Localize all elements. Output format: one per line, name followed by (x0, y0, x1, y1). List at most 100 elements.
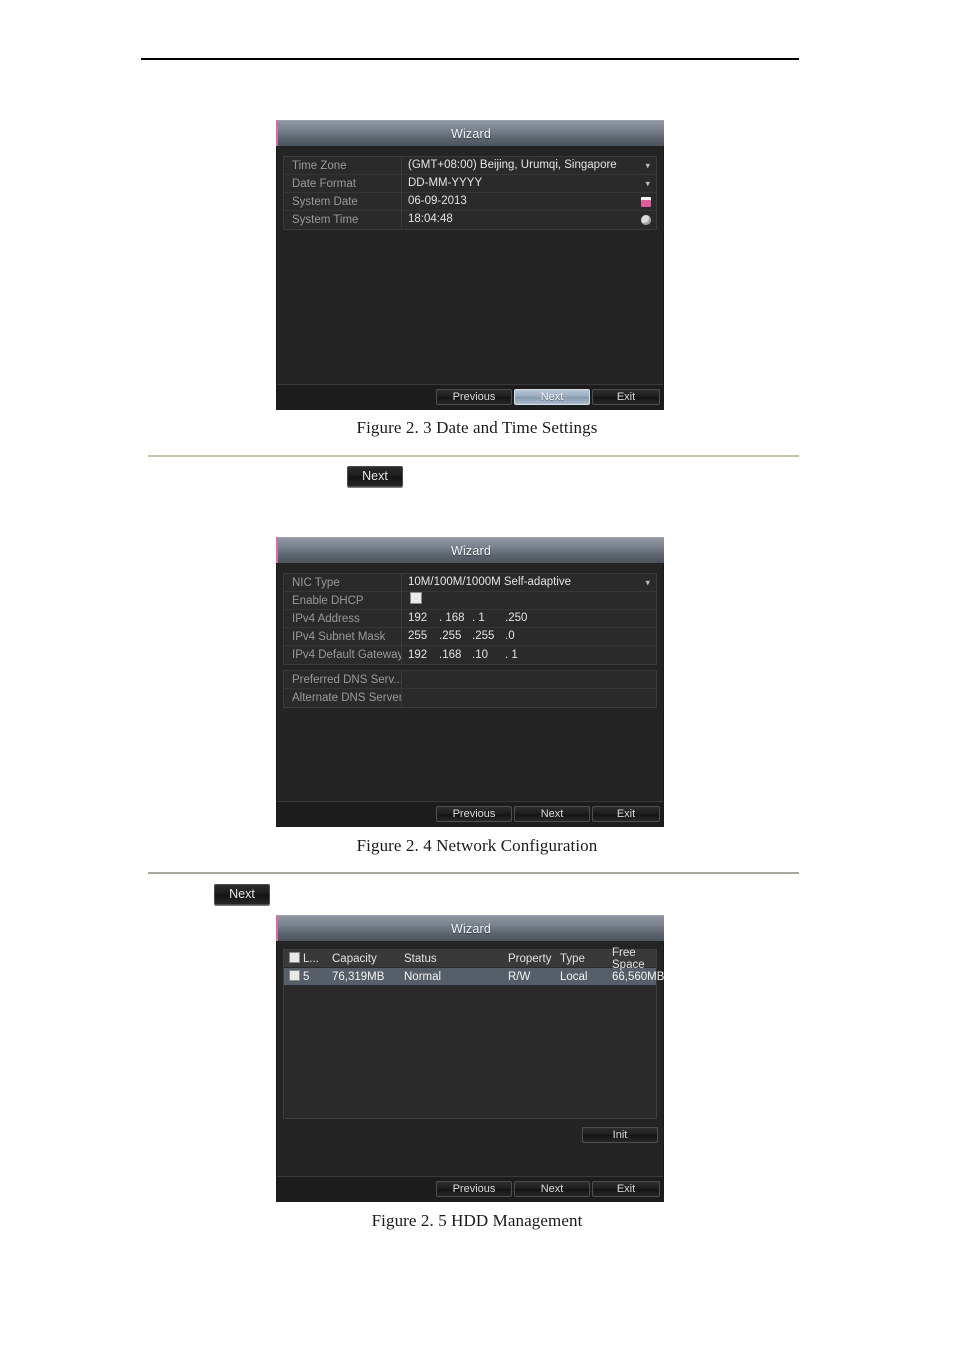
inline-next-button-2[interactable]: Next (214, 884, 270, 905)
exit-button[interactable]: Exit (592, 1181, 660, 1197)
row-select-cell[interactable]: 5 (284, 970, 332, 983)
row-label: 5 (303, 971, 310, 983)
wizard-hdd-title: Wizard (450, 922, 492, 936)
inline-next-button-1[interactable]: Next (347, 466, 403, 487)
clock-icon[interactable] (641, 215, 651, 225)
system-date-value[interactable]: 06-09-2013 (401, 193, 656, 210)
field-row-nic-type[interactable]: NIC Type 10M/100M/1000M Self-adaptive ▾ (284, 574, 656, 592)
next-button[interactable]: Next (514, 1181, 590, 1197)
wizard-datetime-titlebar: Wizard (276, 120, 664, 146)
nic-type-text: 10M/100M/1000M Self-adaptive (408, 576, 572, 588)
field-row-ipv4-default-gateway[interactable]: IPv4 Default Gateway 192 .168 .10 . 1 (284, 646, 656, 664)
date-format-value[interactable]: DD-MM-YYYY ▾ (401, 175, 656, 192)
wizard-datetime-title: Wizard (450, 127, 492, 141)
previous-button[interactable]: Previous (436, 389, 512, 405)
ipv4-address-octet-2[interactable]: . 168 (439, 610, 472, 627)
system-time-value[interactable]: 18:04:48 (401, 211, 656, 229)
column-header-type: Type (560, 952, 585, 965)
ipv4-default-gateway-octets[interactable]: 192 .168 .10 . 1 (408, 646, 656, 664)
wizard-network-title: Wizard (450, 544, 492, 558)
chevron-down-icon[interactable]: ▾ (645, 179, 650, 188)
row-checkbox[interactable] (289, 970, 300, 981)
field-row-preferred-dns[interactable]: Preferred DNS Serv... (284, 671, 656, 689)
ipv4-address-octet-4[interactable]: .250 (505, 610, 538, 627)
datetime-button-bar: Previous Next Exit (277, 384, 663, 409)
preferred-dns-value[interactable] (401, 671, 656, 688)
ipv4-default-gateway-octet-1[interactable]: 192 (408, 647, 439, 664)
field-row-date-format[interactable]: Date Format DD-MM-YYYY ▾ (284, 175, 656, 193)
ipv4-default-gateway-octet-3[interactable]: .10 (472, 647, 505, 664)
hdd-table: L... Capacity Status Property Type Free … (283, 946, 664, 1119)
cell-status: Normal (404, 970, 442, 983)
exit-button[interactable]: Exit (592, 806, 660, 822)
ipv4-subnet-mask-octet-1[interactable]: 255 (408, 628, 439, 645)
ipv4-address-octet-3[interactable]: . 1 (472, 610, 505, 627)
section-rule-2 (148, 872, 799, 874)
cell-free-space: 66,560MB (612, 970, 665, 983)
time-zone-label: Time Zone (292, 159, 347, 172)
system-time-text: 18:04:48 (408, 213, 453, 225)
wizard-hdd-titlebar: Wizard (276, 915, 664, 941)
ipv4-default-gateway-octet-2[interactable]: .168 (439, 647, 472, 664)
column-header-free-space: Free Space (612, 946, 645, 971)
system-date-label: System Date (292, 195, 358, 208)
ipv4-address-label: IPv4 Address (292, 612, 360, 625)
network-fieldset-primary: NIC Type 10M/100M/1000M Self-adaptive ▾ … (283, 573, 657, 665)
field-row-alternate-dns[interactable]: Alternate DNS Server (284, 689, 656, 707)
ipv4-default-gateway-octet-4[interactable]: . 1 (505, 647, 538, 664)
time-zone-value[interactable]: (GMT+08:00) Beijing, Urumqi, Singapore ▾ (401, 157, 656, 174)
table-row[interactable]: 5 76,319MB Normal R/W Local 66,560MB (284, 968, 664, 985)
field-row-ipv4-subnet-mask[interactable]: IPv4 Subnet Mask 255 .255 .255 .0 (284, 628, 656, 646)
figure-caption-2-5: Figure 2. 5 HDD Management (371, 1211, 583, 1230)
field-row-system-time[interactable]: System Time 18:04:48 (284, 211, 656, 229)
ipv4-subnet-mask-label: IPv4 Subnet Mask (292, 630, 386, 643)
alternate-dns-value[interactable] (401, 689, 656, 707)
date-format-text: DD-MM-YYYY (408, 177, 483, 189)
wizard-hdd-body: L... Capacity Status Property Type Free … (276, 941, 664, 1202)
nic-type-label: NIC Type (292, 576, 340, 589)
ipv4-subnet-mask-octets[interactable]: 255 .255 .255 .0 (408, 628, 656, 645)
exit-button[interactable]: Exit (592, 389, 660, 405)
chevron-down-icon[interactable]: ▾ (645, 161, 650, 170)
figure-caption-2-4: Figure 2. 4 Network Configuration (356, 836, 598, 855)
column-header-label[interactable]: L... (284, 952, 332, 965)
field-row-time-zone[interactable]: Time Zone (GMT+08:00) Beijing, Urumqi, S… (284, 157, 656, 175)
field-row-ipv4-address[interactable]: IPv4 Address 192 . 168 . 1 .250 (284, 610, 656, 628)
ipv4-default-gateway-label: IPv4 Default Gateway (292, 649, 401, 661)
ipv4-subnet-mask-octet-4[interactable]: .0 (505, 628, 538, 645)
ipv4-subnet-mask-value[interactable]: 255 .255 .255 .0 (401, 628, 656, 645)
datetime-fieldset: Time Zone (GMT+08:00) Beijing, Urumqi, S… (283, 156, 657, 230)
network-button-bar: Previous Next Exit (277, 801, 663, 826)
wizard-datetime-dialog: Wizard Time Zone (GMT+08:00) Beijing, Ur… (276, 120, 664, 410)
previous-button[interactable]: Previous (436, 1181, 512, 1197)
ipv4-subnet-mask-octet-2[interactable]: .255 (439, 628, 472, 645)
ipv4-default-gateway-value[interactable]: 192 .168 .10 . 1 (401, 646, 656, 664)
init-button[interactable]: Init (582, 1127, 658, 1143)
nic-type-value[interactable]: 10M/100M/1000M Self-adaptive ▾ (401, 574, 656, 591)
field-row-enable-dhcp[interactable]: Enable DHCP (284, 592, 656, 610)
ipv4-subnet-mask-octet-3[interactable]: .255 (472, 628, 505, 645)
chevron-down-icon[interactable]: ▾ (645, 578, 650, 587)
hdd-button-bar: Previous Next Exit (277, 1176, 663, 1201)
network-fieldset-dns: Preferred DNS Serv... Alternate DNS Serv… (283, 670, 657, 708)
previous-button[interactable]: Previous (436, 806, 512, 822)
wizard-hdd-dialog: Wizard L... Capacity Status Property Typ… (276, 915, 664, 1202)
select-all-checkbox[interactable] (289, 952, 300, 963)
ipv4-address-value[interactable]: 192 . 168 . 1 .250 (401, 610, 656, 627)
enable-dhcp-value[interactable] (401, 592, 656, 609)
next-button[interactable]: Next (514, 806, 590, 822)
ipv4-address-octets[interactable]: 192 . 168 . 1 .250 (408, 610, 656, 627)
column-header-property: Property (508, 952, 552, 965)
ipv4-address-octet-1[interactable]: 192 (408, 610, 439, 627)
header-rule (141, 58, 799, 60)
wizard-network-titlebar: Wizard (276, 537, 664, 563)
calendar-icon[interactable] (641, 196, 651, 207)
next-button[interactable]: Next (514, 389, 590, 405)
wizard-network-dialog: Wizard NIC Type 10M/100M/1000M Self-adap… (276, 537, 664, 827)
enable-dhcp-checkbox[interactable] (410, 592, 422, 604)
preferred-dns-label: Preferred DNS Serv... (292, 673, 401, 686)
date-format-label: Date Format (292, 177, 356, 190)
hdd-table-header: L... Capacity Status Property Type Free … (284, 946, 656, 971)
field-row-system-date[interactable]: System Date 06-09-2013 (284, 193, 656, 211)
document-page: Wizard Time Zone (GMT+08:00) Beijing, Ur… (0, 0, 954, 1350)
